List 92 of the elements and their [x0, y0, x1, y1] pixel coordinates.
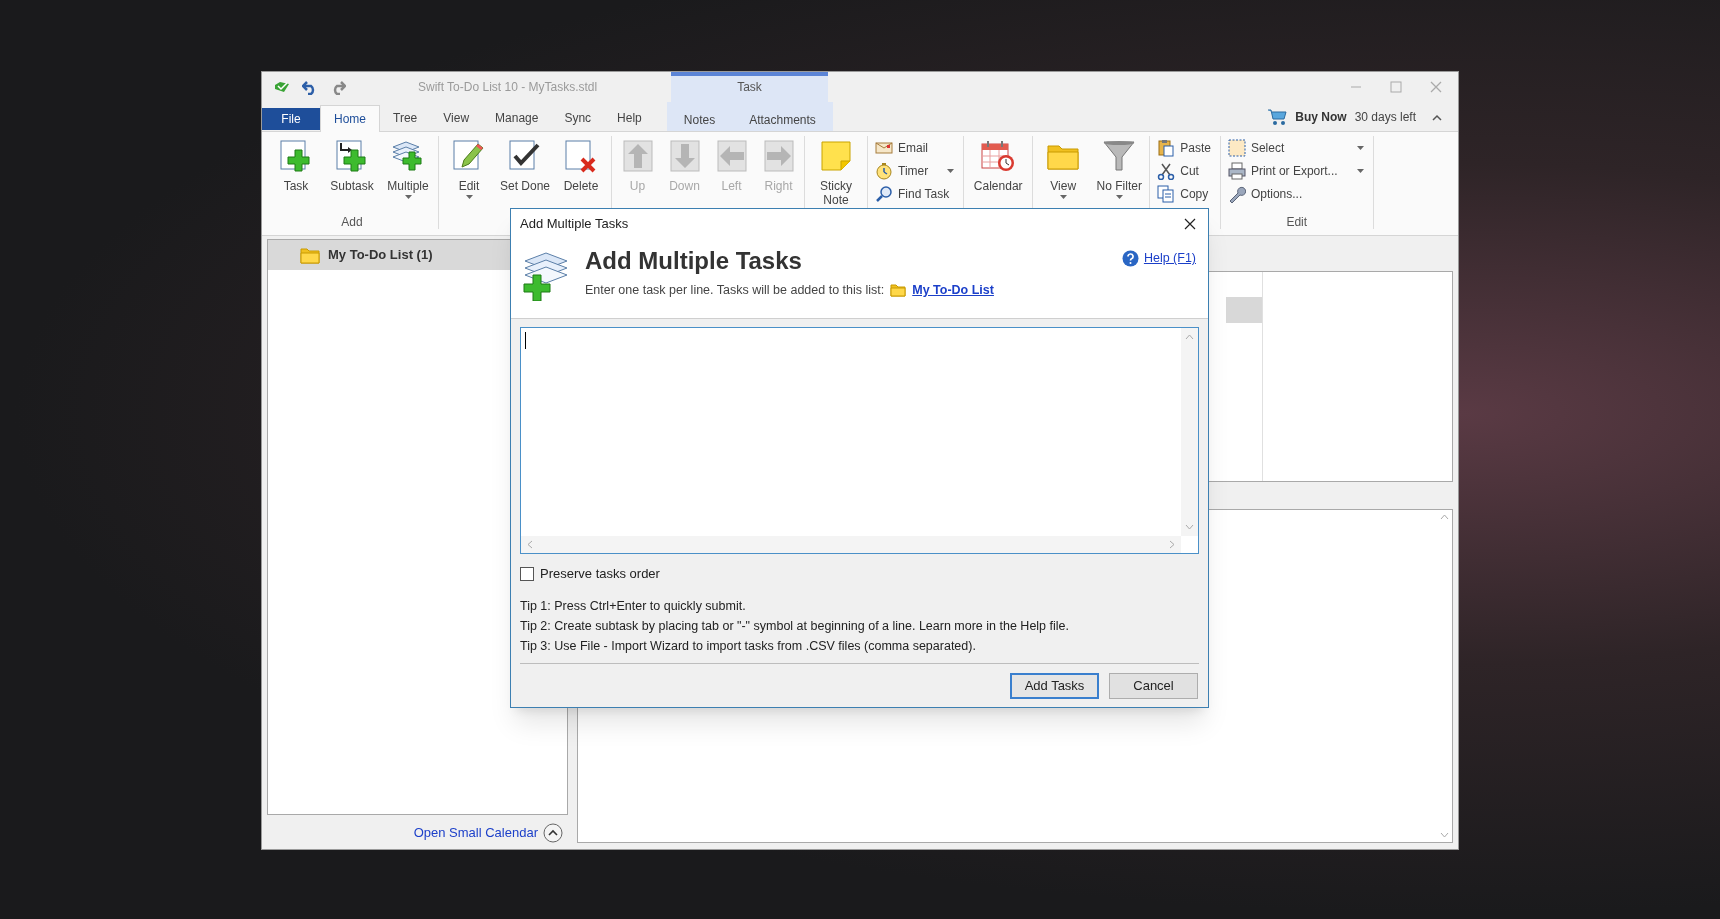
ribbon-tab[interactable]: Help — [604, 105, 655, 131]
checkbox-label: Preserve tasks order — [540, 565, 660, 583]
wrench-icon — [1227, 185, 1246, 203]
help-link[interactable]: Help (F1) — [1143, 249, 1196, 268]
ribbon-tab[interactable]: Home — [320, 105, 380, 132]
dotted-selection-icon — [1227, 139, 1246, 157]
arrow-left-icon — [714, 139, 749, 173]
layers-plus-icon — [391, 139, 425, 173]
dropdown-caret-icon — [947, 169, 955, 173]
tip-text: Tip 3: Use File - Import Wizard to import tasks from .CSV files (comma separated). — [520, 637, 977, 655]
context-tab-group-header: Task — [671, 72, 828, 102]
scroll-down-icon[interactable] — [1439, 832, 1449, 838]
page-pencil-icon — [452, 139, 486, 173]
dropdown-caret-icon — [1356, 169, 1364, 173]
open-small-calendar-link[interactable]: Open Small Calendar — [413, 823, 538, 843]
dialog-heading: Add Multiple Tasks — [585, 246, 803, 276]
ribbon-small-button[interactable]: Timer — [875, 161, 955, 181]
instruction-text: Enter one task per line. Tasks will be added to this list: — [585, 282, 885, 299]
ribbon-small-button[interactable]: Select — [1227, 138, 1364, 158]
ribbon-small-button[interactable]: Cut — [1157, 161, 1211, 181]
buy-now-link[interactable]: Buy Now — [1295, 108, 1347, 126]
dropdown-caret-icon — [1059, 195, 1067, 199]
tip-text: Tip 1: Press Ctrl+Enter to quickly submit. — [520, 597, 747, 615]
text-cursor — [525, 332, 526, 349]
printer-icon — [1227, 162, 1246, 180]
dialog-title: Add Multiple Tasks — [520, 215, 629, 234]
ribbon-group-label: Add — [340, 214, 364, 229]
ribbon-button[interactable]: Multiple — [381, 136, 435, 199]
dropdown-caret-icon — [404, 195, 412, 199]
folder-icon — [890, 283, 907, 298]
ribbon-small-button[interactable]: Options... — [1227, 184, 1364, 204]
help-icon — [1121, 249, 1139, 267]
calendar-clock-icon — [980, 139, 1017, 173]
ribbon-button[interactable]: No Filter — [1092, 136, 1147, 199]
ribbon-tab[interactable]: View — [430, 105, 483, 131]
tasks-input-field[interactable] — [520, 327, 1199, 554]
trial-status: 30 days left — [1354, 109, 1416, 126]
scissors-icon — [1157, 162, 1176, 180]
ribbon-tab[interactable]: Sync — [551, 105, 605, 131]
close-icon[interactable] — [1184, 218, 1196, 230]
ribbon-tab[interactable]: Attachments — [732, 102, 833, 131]
page-delete-icon — [564, 139, 598, 173]
ribbon-small-button[interactable]: Paste — [1157, 138, 1211, 158]
ribbon-button[interactable]: Edit — [442, 136, 496, 199]
ribbon-tab[interactable]: Notes — [666, 102, 733, 131]
scroll-down-icon[interactable] — [1185, 524, 1194, 530]
window-title: Swift To-Do List 10 - MyTasks.stdl — [418, 79, 598, 96]
ribbon-small-button[interactable]: Email — [875, 138, 955, 158]
folder-icon — [300, 246, 320, 264]
ribbon-tab[interactable]: Manage — [482, 105, 552, 131]
app-logo-icon[interactable] — [274, 80, 290, 94]
ribbon-button[interactable]: Task — [269, 136, 323, 193]
scroll-left-icon[interactable] — [527, 540, 533, 549]
envelope-icon — [875, 140, 893, 156]
stopwatch-icon — [875, 162, 893, 180]
ribbon-button[interactable]: Calendar — [967, 136, 1030, 193]
page-arrow-plus-icon — [335, 139, 369, 173]
tip-text: Tip 2: Create subtask by placing tab or "-" symbol at beginning of a line. Learn more in the Help file. — [520, 617, 1070, 635]
ribbon-small-button[interactable]: Copy — [1157, 184, 1211, 204]
ribbon-button[interactable]: Subtask — [325, 136, 379, 193]
list-link[interactable]: My To-Do List — [912, 281, 994, 300]
checkbox[interactable] — [520, 566, 534, 581]
ribbon-small-button[interactable]: Find Task — [875, 184, 955, 204]
ribbon-small-button[interactable]: Print or Export... — [1227, 161, 1364, 181]
ribbon-tab[interactable]: Tree — [380, 105, 431, 131]
scroll-up-icon[interactable] — [1185, 334, 1194, 340]
scroll-up-icon[interactable] — [1439, 514, 1449, 520]
ribbon-button[interactable]: Delete — [554, 136, 608, 193]
copy-pages-icon — [1157, 185, 1176, 203]
shopping-cart-icon — [1267, 108, 1288, 126]
expand-up-icon[interactable] — [543, 823, 563, 843]
page-check-icon — [508, 139, 542, 173]
dialog-button[interactable]: Add Tasks — [1010, 672, 1099, 699]
dropdown-caret-icon — [465, 195, 473, 199]
dropdown-caret-icon — [1356, 146, 1364, 150]
ribbon-button[interactable]: View — [1036, 136, 1091, 199]
ribbon-tab[interactable]: File — [262, 108, 320, 130]
page-plus-icon — [279, 139, 313, 173]
magnifier-icon — [875, 185, 893, 203]
dialog-button[interactable]: Cancel — [1109, 672, 1198, 699]
ribbon-button[interactable]: Set Done — [498, 136, 552, 193]
ribbon-group-label: Edit — [1285, 214, 1309, 229]
sticky-note-icon — [819, 139, 853, 173]
scroll-right-icon[interactable] — [1169, 540, 1175, 549]
collapse-ribbon-icon[interactable] — [1432, 113, 1442, 121]
funnel-icon — [1102, 139, 1137, 173]
clipboard-icon — [1157, 139, 1176, 157]
arrow-up-icon — [620, 139, 655, 173]
dropdown-caret-icon — [1115, 195, 1123, 199]
arrow-right-icon — [761, 139, 796, 173]
arrow-down-icon — [667, 139, 702, 173]
maximize-icon[interactable] — [1390, 81, 1402, 93]
